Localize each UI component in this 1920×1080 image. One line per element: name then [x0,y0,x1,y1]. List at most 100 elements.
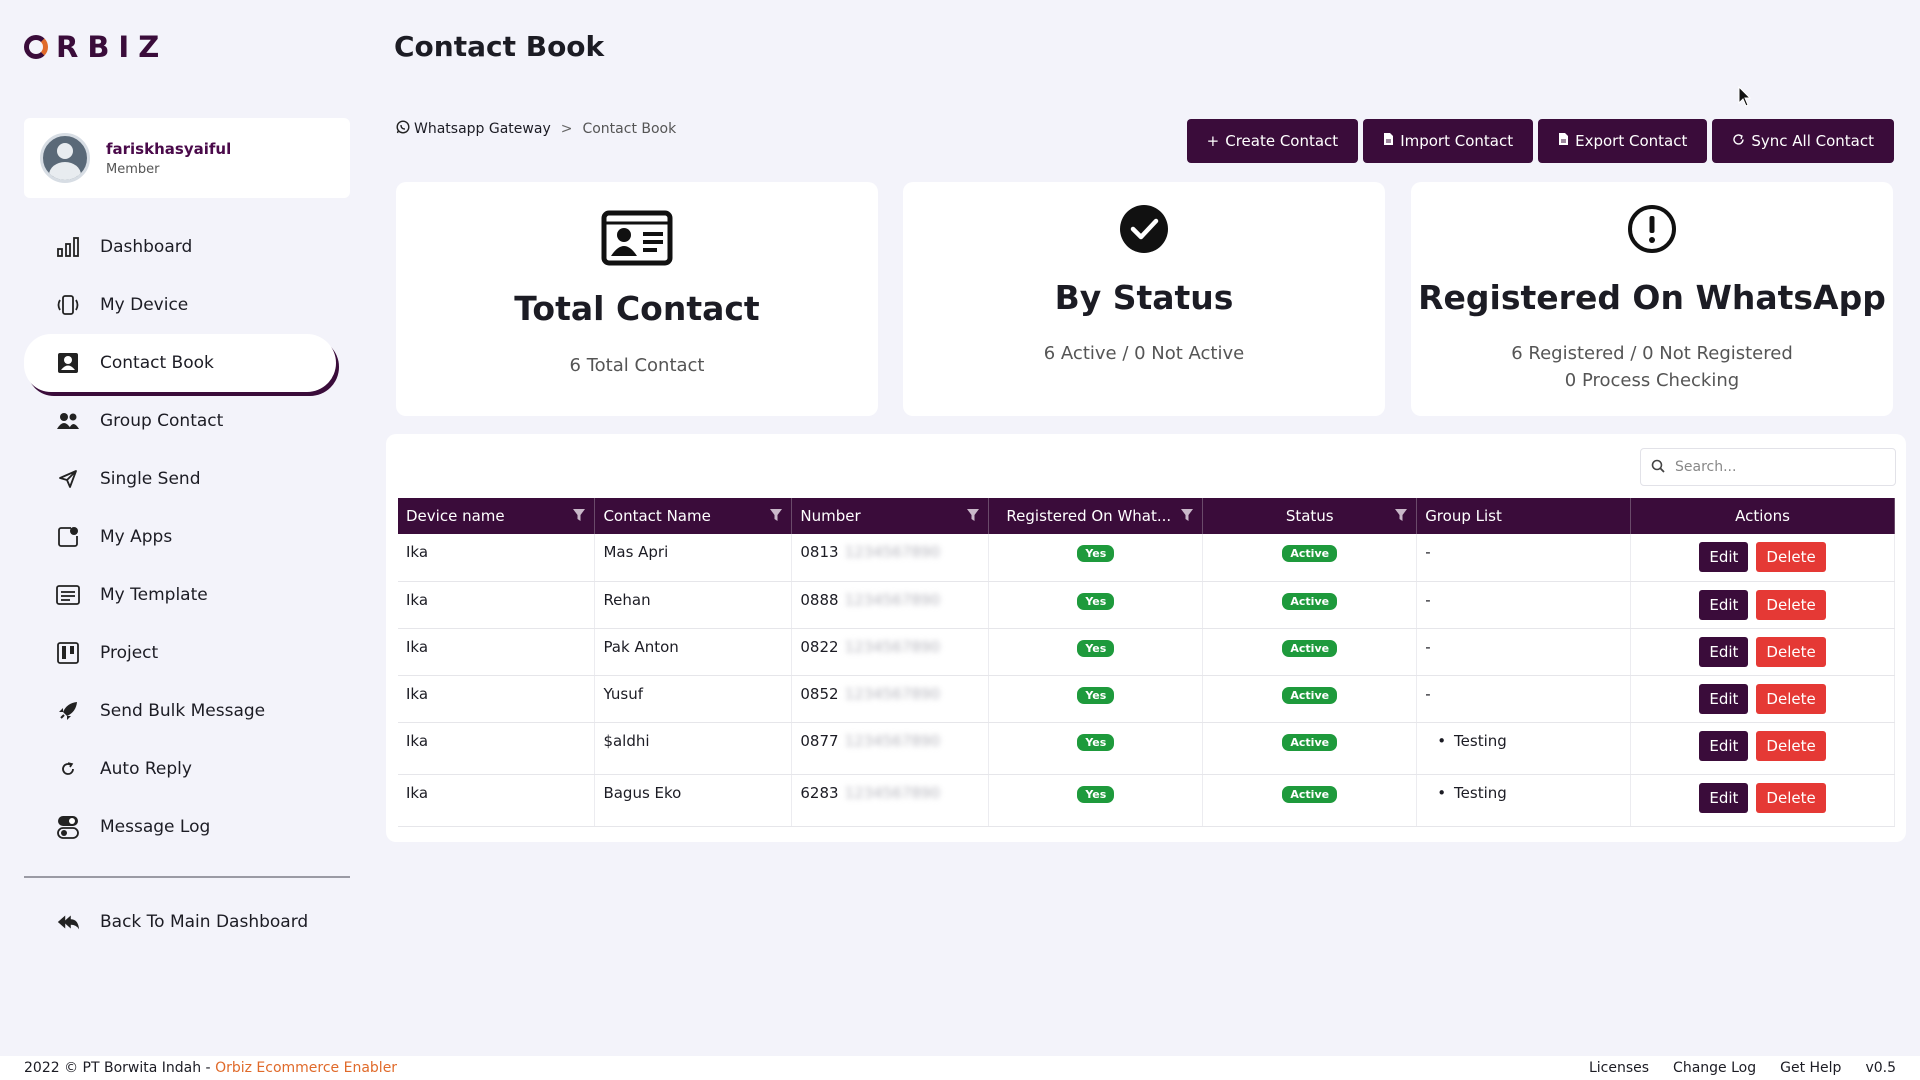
cell-device: Ika [398,675,596,723]
sidebar-item-send-bulk-message[interactable]: Send Bulk Message [24,682,350,740]
sync-icon [1732,132,1745,150]
table-row: Ika Pak Anton 0822 1234567890 Yes Active … [398,628,1895,676]
registered-badge: Yes [1077,733,1115,751]
sidebar-divider [24,876,350,878]
column-header-status[interactable]: Status [1202,498,1418,534]
column-header-registered[interactable]: Registered On What... [988,498,1204,534]
cell-group: Testing [1416,774,1632,827]
sidebar-item-message-log[interactable]: Message Log [24,798,350,856]
sync-all-contact-button[interactable]: Sync All Contact [1712,119,1894,163]
back-to-main-dashboard-link[interactable]: Back To Main Dashboard [24,894,350,950]
sidebar-item-dashboard[interactable]: Dashboard [24,218,350,276]
cell-group: - [1416,675,1632,723]
footer-brand-link[interactable]: Orbiz Ecommerce Enabler [215,1060,397,1076]
cell-actions: Edit Delete [1630,722,1895,775]
redacted-number: 1234567890 [844,543,940,561]
user-profile-card[interactable]: fariskhasyaiful Member [24,118,350,198]
cell-actions: Edit Delete [1630,581,1895,629]
cell-number: 0813 1234567890 [791,534,990,582]
column-header-contact-name[interactable]: Contact Name [594,498,793,534]
sidebar-item-auto-reply[interactable]: Auto Reply [24,740,350,798]
column-header-device-name[interactable]: Device name [398,498,596,534]
search-input[interactable] [1675,459,1875,475]
delete-button[interactable]: Delete [1756,683,1826,714]
registered-badge: Yes [1077,545,1115,562]
sidebar-item-single-send[interactable]: Single Send [24,450,350,508]
edit-button[interactable]: Edit [1699,683,1749,714]
plus-icon: + [1206,132,1220,150]
delete-button[interactable]: Delete [1756,589,1826,620]
toggle-icon [56,815,80,839]
delete-button[interactable]: Delete [1756,782,1826,813]
cell-device: Ika [398,628,596,676]
file-icon [1558,132,1569,150]
sidebar-item-contact-book[interactable]: Contact Book [24,334,336,392]
device-icon [56,293,80,317]
export-contact-button[interactable]: Export Contact [1538,119,1708,163]
edit-button[interactable]: Edit [1699,730,1749,761]
refresh-icon [56,757,80,781]
create-contact-button[interactable]: + Create Contact [1186,119,1359,163]
delete-button[interactable]: Delete [1756,542,1826,572]
cell-contact-name: Mas Apri [594,534,793,582]
orbiz-logo[interactable]: RBIZ [24,30,168,64]
breadcrumb-current: Contact Book [582,121,677,137]
edit-button[interactable]: Edit [1699,589,1749,620]
status-badge: Active [1282,686,1338,704]
registered-title: Registered On WhatsApp [1418,278,1886,317]
status-badge: Active [1282,785,1338,803]
import-contact-button[interactable]: Import Contact [1363,119,1534,163]
cell-status: Active [1202,675,1418,723]
cell-group: - [1416,534,1632,582]
filter-icon[interactable] [769,508,783,526]
file-icon [1383,132,1394,150]
registered-badge: Yes [1077,639,1115,657]
by-status-title: By Status [1054,278,1234,317]
filter-icon[interactable] [1180,508,1194,526]
breadcrumb-parent[interactable]: Whatsapp Gateway [414,121,551,137]
total-contact-title: Total Contact [514,289,760,328]
status-badge: Active [1282,639,1338,657]
sidebar-item-my-apps[interactable]: My Apps [24,508,350,566]
rocket-icon [56,699,80,723]
footer-link-get-help[interactable]: Get Help [1780,1060,1841,1076]
cell-number: 0852 1234567890 [791,675,990,723]
by-status-card: By Status 6 Active / 0 Not Active [903,182,1385,416]
delete-button[interactable]: Delete [1756,636,1826,667]
edit-button[interactable]: Edit [1699,542,1749,572]
sidebar-item-group-contact[interactable]: Group Contact [24,392,350,450]
total-contact-card: Total Contact 6 Total Contact [396,182,878,416]
registered-badge: Yes [1077,686,1115,704]
table-row: Ika Yusuf 0852 1234567890 Yes Active - Ed… [398,675,1895,723]
breadcrumb-separator: > [560,121,573,137]
footer-version: v0.5 [1865,1060,1896,1076]
template-icon [56,583,80,607]
user-name: fariskhasyaiful [106,139,232,158]
cell-registered: Yes [988,774,1204,827]
footer-link-change-log[interactable]: Change Log [1673,1060,1756,1076]
send-icon [56,467,80,491]
group-icon [56,409,80,433]
sidebar-item-my-device[interactable]: My Device [24,276,350,334]
logo-ring-icon [24,35,48,59]
sidebar-item-my-template[interactable]: My Template [24,566,350,624]
sidebar-nav: Dashboard My Device Contact Book Group C… [24,218,350,856]
sidebar-item-project[interactable]: Project [24,624,350,682]
table-row: Ika Bagus Eko 6283 1234567890 Yes Active … [398,774,1895,827]
cell-status: Active [1202,628,1418,676]
delete-button[interactable]: Delete [1756,730,1826,761]
page-title: Contact Book [394,30,605,63]
table-row: Ika Mas Apri 0813 1234567890 Yes Active -… [398,534,1895,582]
edit-button[interactable]: Edit [1699,636,1749,667]
column-header-group-list[interactable]: Group List [1416,498,1632,534]
group-tag: Testing [1425,784,1507,802]
filter-icon[interactable] [572,508,586,526]
column-header-number[interactable]: Number [791,498,990,534]
contact-table-panel: Device name Contact Name Number Register… [386,434,1906,842]
footer-link-licenses[interactable]: Licenses [1589,1060,1649,1076]
filter-icon[interactable] [1394,508,1408,526]
project-icon [56,641,80,665]
status-badge: Active [1282,733,1338,751]
filter-icon[interactable] [966,508,980,526]
edit-button[interactable]: Edit [1699,782,1749,813]
